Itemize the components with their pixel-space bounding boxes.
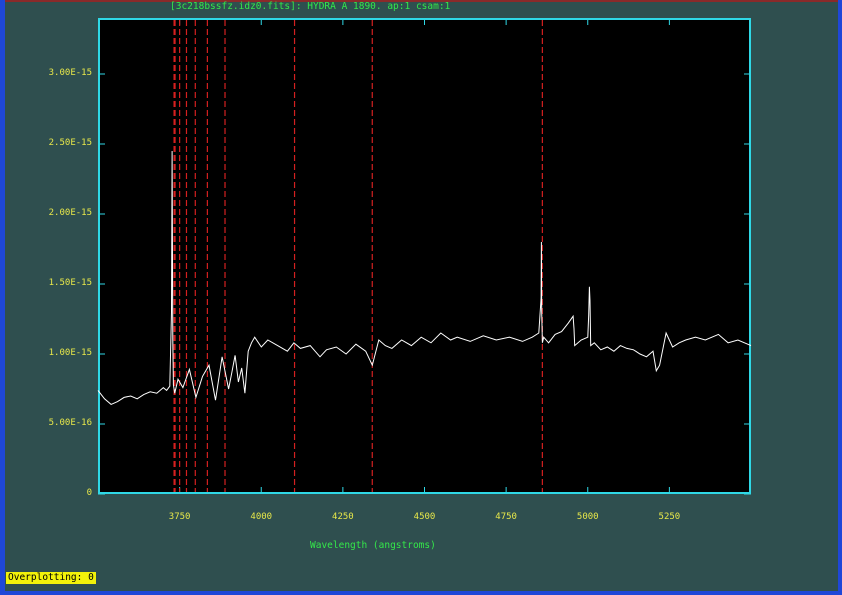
spectrum-line bbox=[97, 150, 752, 405]
overplotting-status[interactable]: Overplotting: 0 bbox=[6, 572, 96, 584]
spectrum-chart bbox=[97, 18, 752, 495]
